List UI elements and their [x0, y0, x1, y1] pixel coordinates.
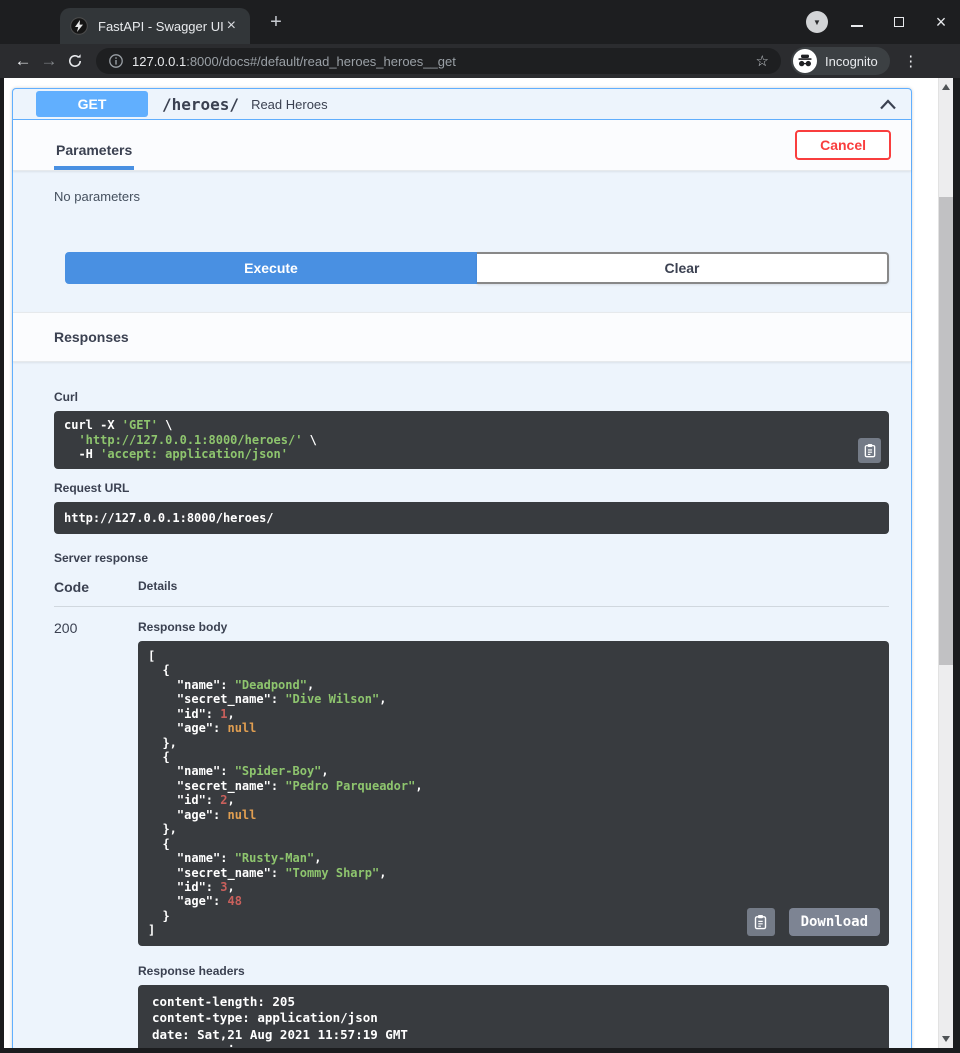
code-column-header: Code	[54, 579, 138, 595]
scrollbar-up-arrow-icon[interactable]	[942, 84, 950, 90]
tab-parameters[interactable]: Parameters	[54, 134, 134, 170]
no-parameters-text: No parameters	[54, 189, 889, 204]
responses-title: Responses	[54, 329, 129, 345]
clear-button[interactable]: Clear	[477, 252, 889, 284]
curl-label: Curl	[54, 390, 889, 404]
maximize-button[interactable]	[886, 9, 912, 35]
window-close-button[interactable]: ×	[928, 9, 954, 35]
endpoint-path: /heroes/	[162, 95, 239, 114]
minimize-button[interactable]	[844, 9, 870, 35]
endpoint-summary: Read Heroes	[251, 97, 879, 112]
url-host: 127.0.0.1	[132, 54, 186, 69]
response-details: Response body Download [ { "name": "Dead…	[138, 620, 889, 1048]
response-headers-label: Response headers	[138, 964, 889, 978]
responses-body: Curl curl -X 'GET' \ 'http://127.0.0.1:8…	[13, 362, 911, 1048]
url-text[interactable]: 127.0.0.1:8000/docs#/default/read_heroes…	[132, 54, 750, 69]
copy-curl-button[interactable]	[858, 438, 881, 463]
forward-button[interactable]: →	[36, 51, 62, 71]
details-column-header: Details	[138, 579, 177, 595]
status-code: 200	[54, 620, 138, 1048]
browser-menu-icon[interactable]: ⋮	[902, 52, 920, 70]
response-table-header: Code Details	[54, 579, 889, 607]
tab-close-icon[interactable]: ×	[223, 17, 240, 35]
browser-menu-chevron-icon[interactable]: ▼	[806, 11, 828, 33]
new-tab-button[interactable]: +	[264, 10, 288, 34]
collapse-chevron-icon[interactable]	[879, 99, 897, 110]
bookmark-star-icon[interactable]: ☆	[756, 52, 769, 70]
http-method-badge: GET	[36, 91, 148, 117]
site-info-icon[interactable]	[108, 53, 124, 69]
parameters-header: Parameters Cancel	[13, 120, 911, 171]
download-button[interactable]: Download	[789, 908, 880, 936]
execute-row: Execute Clear	[65, 252, 889, 284]
execute-button[interactable]: Execute	[65, 252, 477, 284]
browser-titlebar: FastAPI - Swagger UI × + ▼ ×	[0, 0, 960, 44]
tab-title: FastAPI - Swagger UI	[98, 19, 223, 34]
request-url-value: http://127.0.0.1:8000/heroes/	[54, 502, 889, 534]
incognito-badge: Incognito	[791, 47, 890, 75]
copy-response-button[interactable]	[747, 908, 775, 936]
window-controls: ▼ ×	[806, 0, 954, 44]
browser-toolbar: ← → 127.0.0.1:8000/docs#/default/read_he…	[0, 44, 960, 78]
parameters-body: No parameters Execute Clear	[13, 171, 911, 312]
response-body-json: Download [ { "name": "Deadpond", "secret…	[138, 641, 889, 946]
browser-tab[interactable]: FastAPI - Swagger UI ×	[60, 8, 250, 44]
curl-command: curl -X 'GET' \ 'http://127.0.0.1:8000/h…	[54, 411, 889, 469]
response-body-label: Response body	[138, 620, 889, 634]
fastapi-favicon-icon	[70, 17, 88, 35]
page-scrollbar[interactable]	[938, 78, 953, 1048]
incognito-icon	[793, 49, 817, 73]
reload-button[interactable]	[62, 53, 88, 69]
request-url-label: Request URL	[54, 481, 889, 495]
url-bar[interactable]: 127.0.0.1:8000/docs#/default/read_heroes…	[96, 48, 781, 74]
url-path: :8000/docs#/default/read_heroes_heroes__…	[186, 54, 456, 69]
scrollbar-thumb[interactable]	[939, 197, 953, 665]
opblock-header[interactable]: GET /heroes/ Read Heroes	[13, 89, 911, 120]
back-button[interactable]: ←	[10, 51, 36, 71]
response-headers-value: content-length: 205content-type: applica…	[138, 985, 889, 1048]
response-row-200: 200 Response body Download [ { "name": "…	[54, 620, 889, 1048]
incognito-label: Incognito	[825, 54, 878, 69]
opblock-get-heroes: GET /heroes/ Read Heroes Parameters Canc…	[12, 88, 912, 1048]
swagger-page: GET /heroes/ Read Heroes Parameters Canc…	[4, 78, 938, 1048]
responses-section-header: Responses	[13, 312, 911, 362]
scrollbar-down-arrow-icon[interactable]	[942, 1036, 950, 1042]
server-response-label: Server response	[54, 551, 889, 565]
cancel-button[interactable]: Cancel	[795, 130, 891, 160]
